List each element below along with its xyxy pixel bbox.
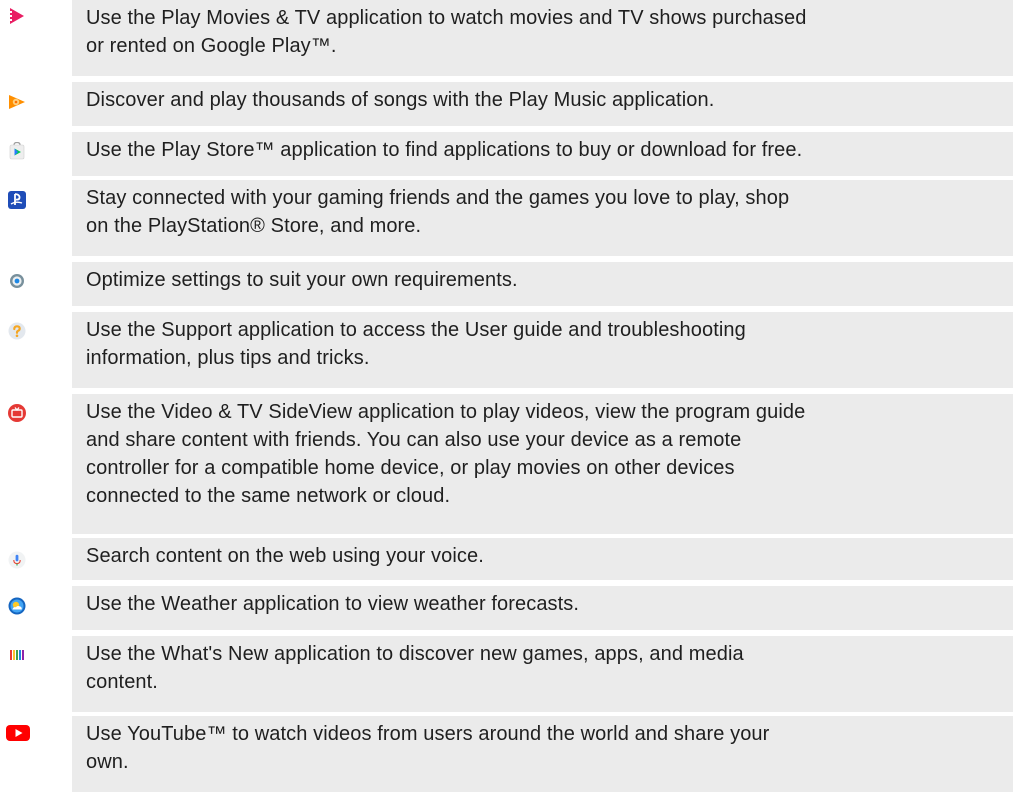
list-item: Use the Support application to access th… (0, 312, 1013, 394)
whats-new-icon (8, 646, 26, 664)
list-item: Use the Play Store™ application to find … (0, 132, 1013, 180)
support-question-icon (8, 322, 26, 340)
list-item: Use the Video & TV SideView application … (0, 394, 1013, 538)
play-music-icon (8, 93, 26, 111)
youtube-icon (6, 724, 30, 742)
list-item: Optimize settings to suit your own requi… (0, 262, 1013, 312)
list-item: Use the Weather application to view weat… (0, 586, 1013, 636)
app-description: Use the Video & TV SideView application … (72, 394, 1013, 534)
app-description: Use the Weather application to view weat… (72, 586, 1013, 630)
app-description: Discover and play thousands of songs wit… (72, 82, 1013, 126)
app-description: Use the What's New application to discov… (72, 636, 1013, 712)
list-item: Use YouTube™ to watch videos from users … (0, 716, 1013, 792)
app-description: Optimize settings to suit your own requi… (72, 262, 1013, 306)
play-movies-icon (8, 7, 26, 25)
list-item: Discover and play thousands of songs wit… (0, 82, 1013, 132)
settings-gear-icon (8, 272, 26, 290)
list-item: Stay connected with your gaming friends … (0, 180, 1013, 262)
app-description: Use the Play Store™ application to find … (72, 132, 1013, 176)
playstation-icon (8, 191, 26, 209)
app-description: Stay connected with your gaming friends … (72, 180, 1013, 256)
voice-search-microphone-icon (8, 551, 26, 569)
list-item: Use the Play Movies & TV application to … (0, 0, 1013, 82)
app-description: Use the Support application to access th… (72, 312, 1013, 388)
video-tv-sideview-icon (8, 404, 26, 422)
list-item: Use the What's New application to discov… (0, 636, 1013, 716)
app-description: Search content on the web using your voi… (72, 538, 1013, 580)
play-store-icon (8, 142, 26, 160)
list-item: Search content on the web using your voi… (0, 538, 1013, 586)
weather-icon (8, 597, 26, 615)
app-description: Use YouTube™ to watch videos from users … (72, 716, 1013, 792)
app-description: Use the Play Movies & TV application to … (72, 0, 1013, 76)
